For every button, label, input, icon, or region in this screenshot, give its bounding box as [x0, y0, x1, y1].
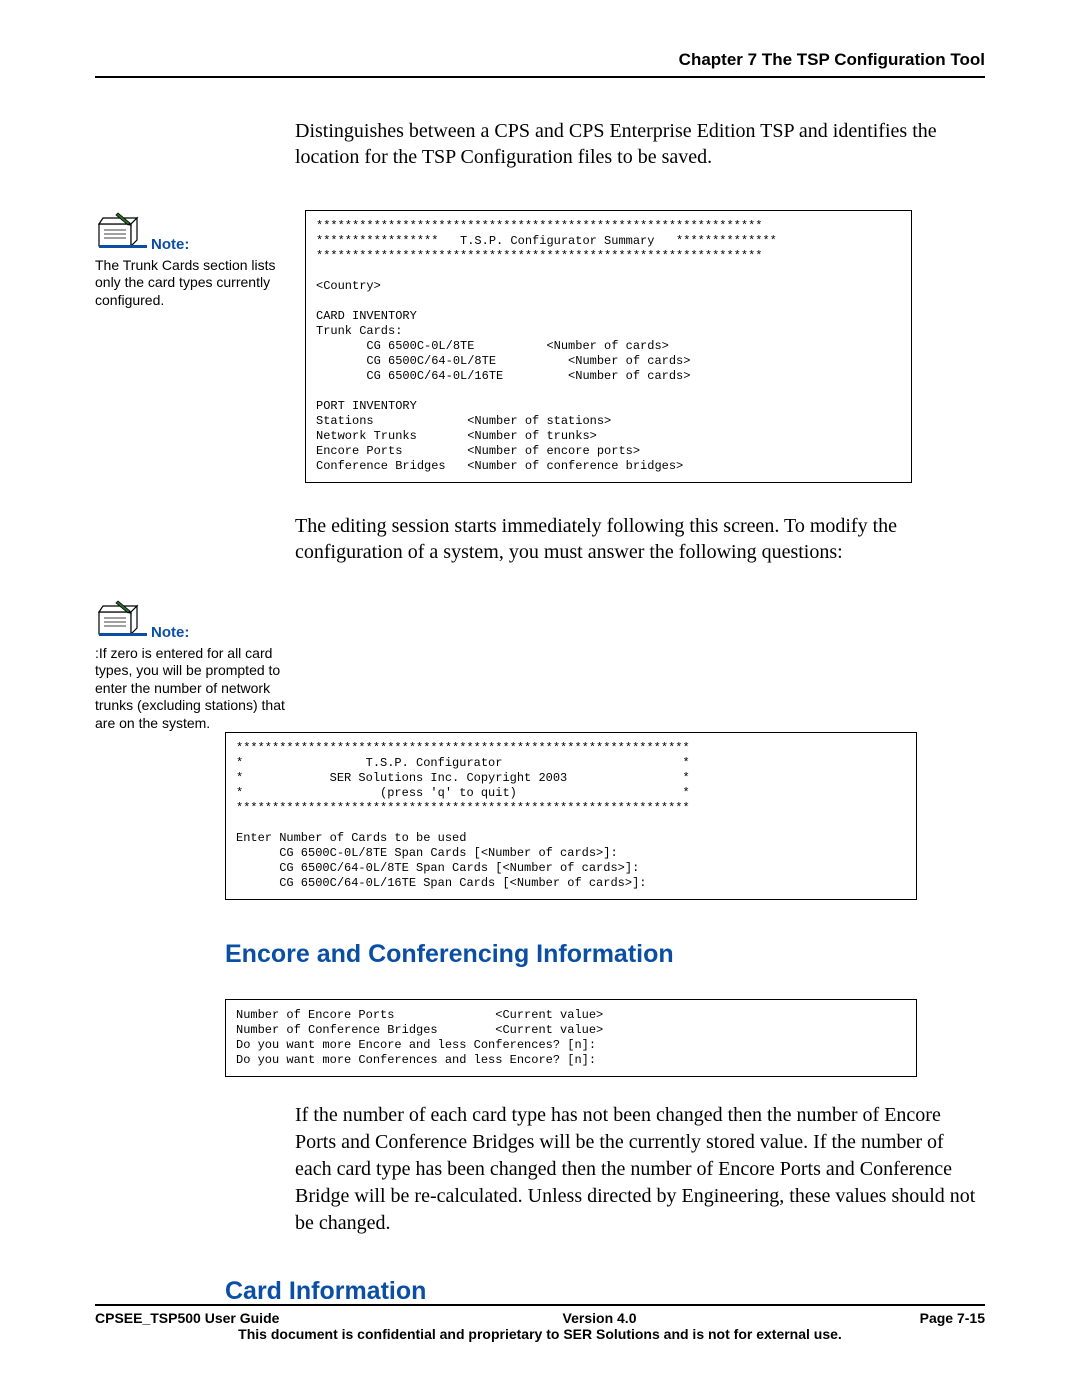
console-encore-box: Number of Encore Ports <Current value> N…: [225, 999, 917, 1077]
console-summary-text: ****************************************…: [316, 219, 777, 473]
console-encore-text: Number of Encore Ports <Current value> N…: [236, 1008, 603, 1067]
note-icon: [95, 210, 147, 255]
note-trunk-cards: Note: The Trunk Cards section lists only…: [95, 210, 285, 309]
footer-page-number: Page 7-15: [920, 1310, 985, 1326]
intro-paragraph: Distinguishes between a CPS and CPS Ente…: [295, 118, 985, 170]
footer-version: Version 4.0: [563, 1310, 637, 1326]
page-footer: CPSEE_TSP500 User Guide Version 4.0 Page…: [95, 1304, 985, 1342]
note-text: :If zero is entered for all card types, …: [95, 645, 285, 733]
heading-card-information: Card Information: [225, 1277, 985, 1306]
console-configurator-box: ****************************************…: [225, 732, 917, 900]
console-summary-box: ****************************************…: [305, 210, 912, 483]
footer-confidential-notice: This document is confidential and propri…: [95, 1326, 985, 1342]
footer-doc-title: CPSEE_TSP500 User Guide: [95, 1310, 279, 1326]
note-icon: [95, 598, 147, 643]
note-label: Note:: [151, 236, 189, 255]
console-configurator-text: ****************************************…: [236, 741, 690, 890]
page-header: Chapter 7 The TSP Configuration Tool: [95, 50, 985, 78]
heading-encore-conferencing: Encore and Conferencing Information: [225, 940, 985, 969]
chapter-title: Chapter 7 The TSP Configuration Tool: [679, 50, 985, 69]
note-zero-cards: Note: :If zero is entered for all card t…: [95, 598, 285, 732]
encore-paragraph: If the number of each card type has not …: [295, 1102, 985, 1237]
note-text: The Trunk Cards section lists only the c…: [95, 257, 285, 310]
editing-paragraph: The editing session starts immediately f…: [95, 513, 985, 565]
note-label: Note:: [151, 624, 189, 643]
